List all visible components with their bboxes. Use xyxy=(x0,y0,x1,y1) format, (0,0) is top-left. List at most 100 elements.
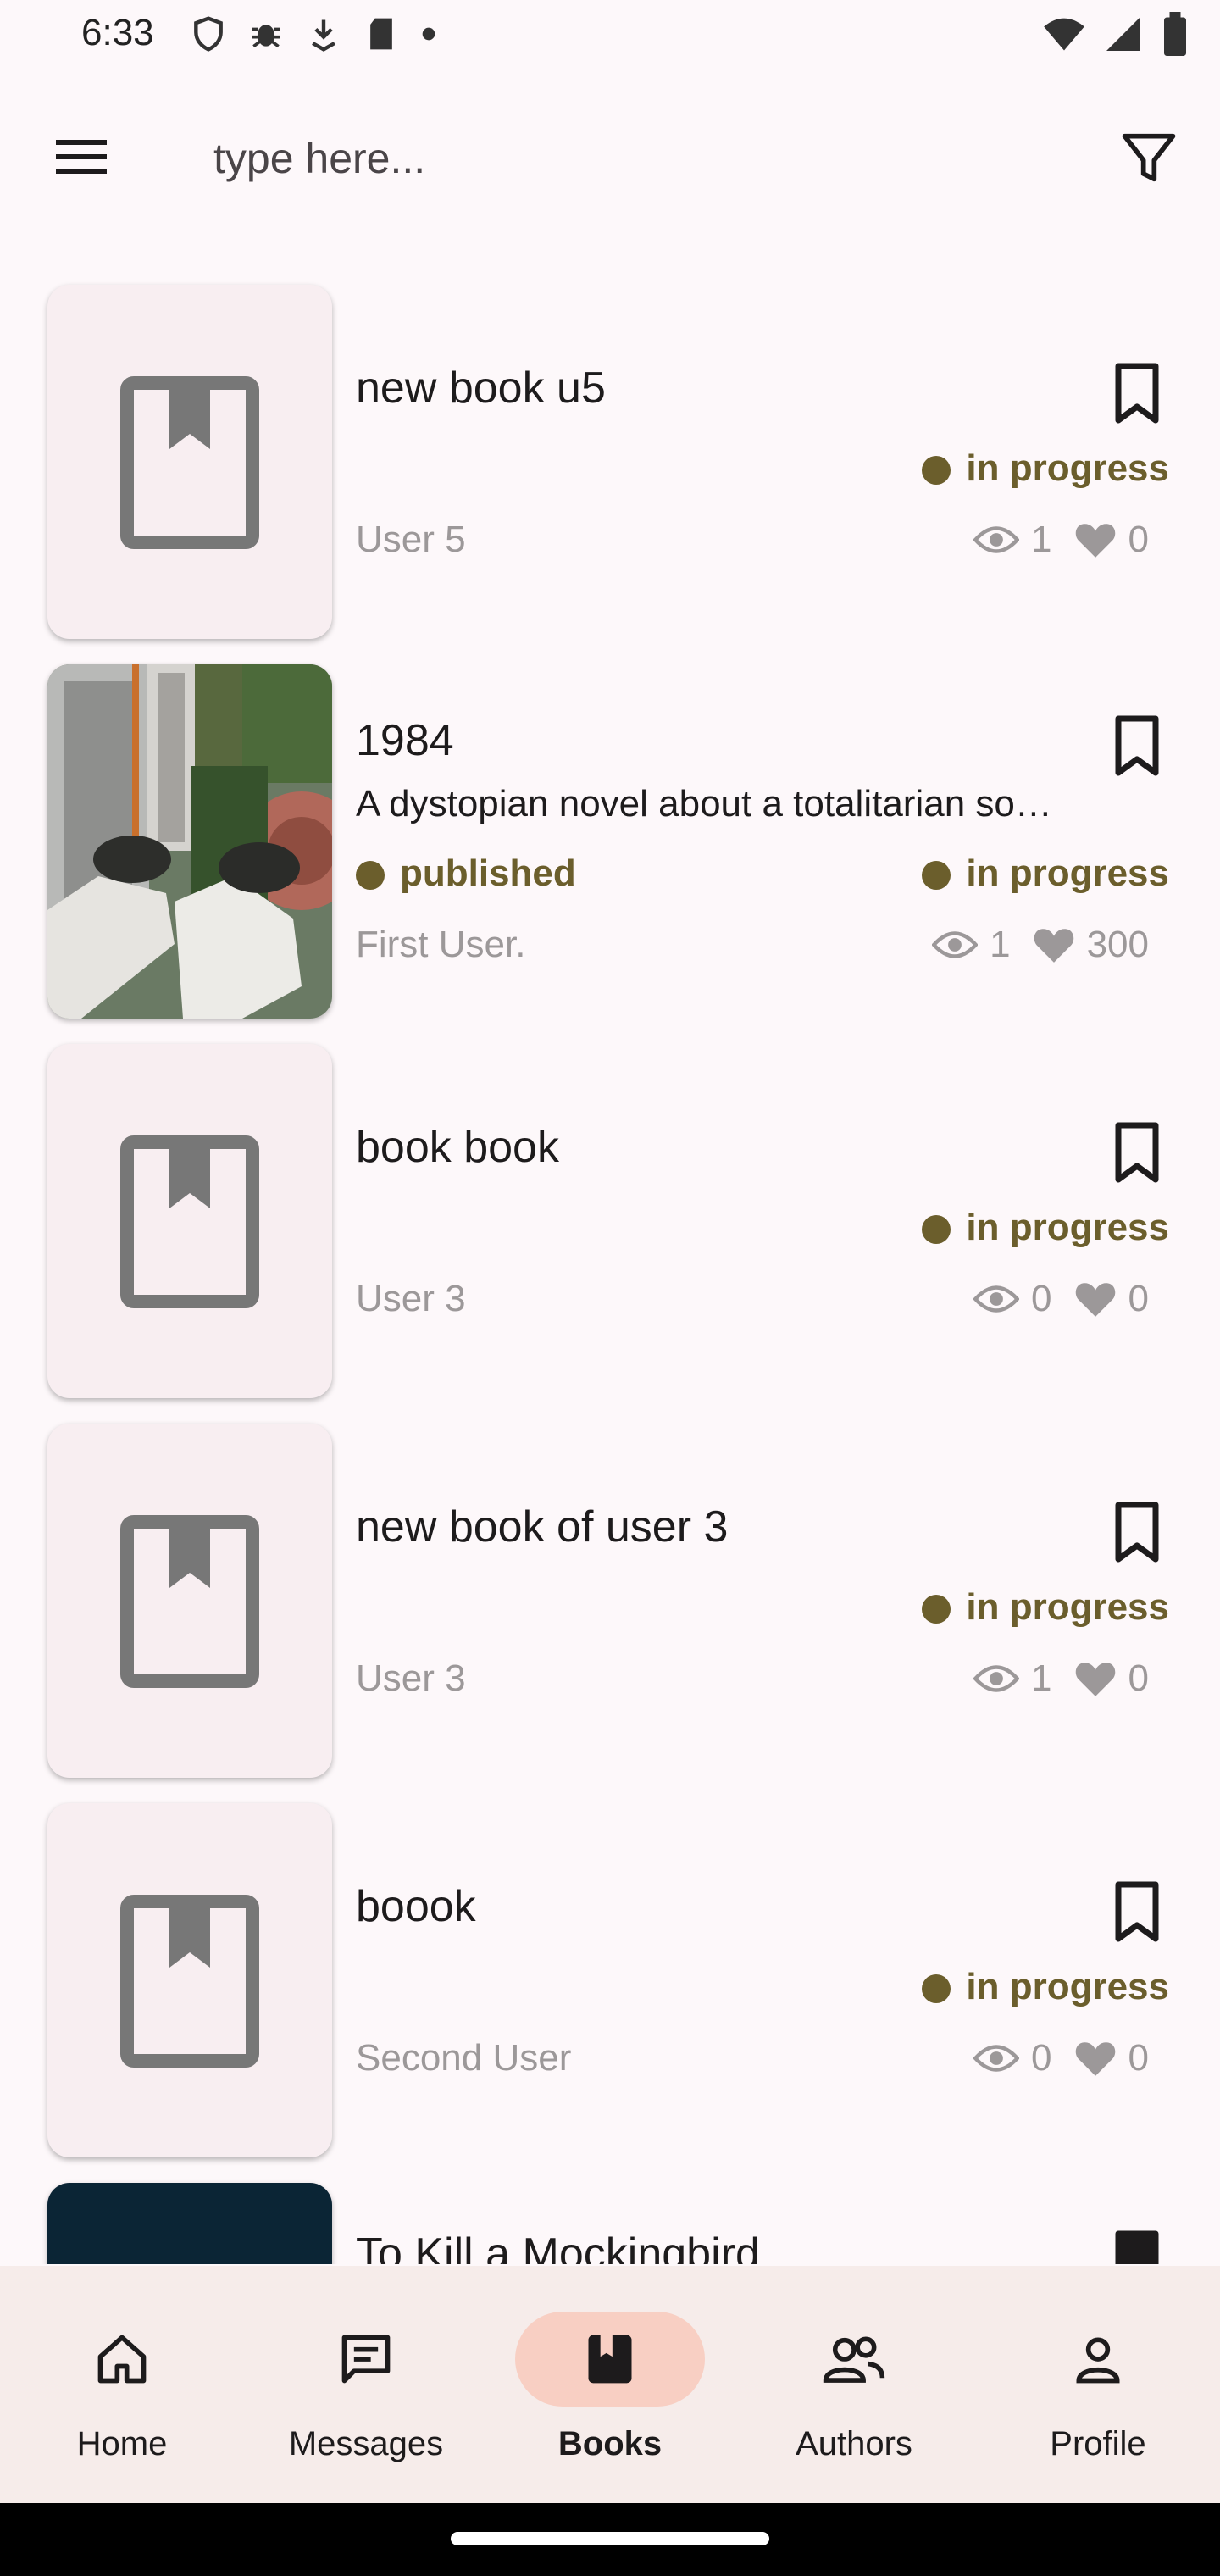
status-badge: in progress xyxy=(922,852,1169,895)
status-label: in progress xyxy=(966,1966,1169,2007)
book-card[interactable]: To Kill a Mockingbird xyxy=(0,2183,1220,2264)
book-stats: 1 0 xyxy=(973,1657,1149,1700)
book-cover-photo xyxy=(47,664,332,1019)
published-label: published xyxy=(400,852,576,894)
nav-icon-container xyxy=(1003,2312,1193,2407)
book-card[interactable]: new book of user 3 in progress User 3 1 … xyxy=(0,1424,1220,1783)
book-card[interactable]: new book u5 in progress User 5 1 0 xyxy=(0,285,1220,644)
nav-books[interactable]: Books xyxy=(488,2266,732,2503)
eye-icon xyxy=(973,526,1020,553)
nav-label: Profile xyxy=(1050,2425,1146,2462)
book-cover[interactable] xyxy=(47,1044,332,1398)
bookmark-icon xyxy=(1115,1881,1159,1942)
bookmark-button[interactable] xyxy=(1110,1879,1164,1944)
book-author: User 3 xyxy=(356,1657,466,1699)
filter-icon xyxy=(1122,133,1176,182)
views-count: 1 xyxy=(1031,1657,1052,1699)
nav-label: Messages xyxy=(288,2425,444,2462)
nav-icon-container xyxy=(27,2312,217,2407)
book-card[interactable]: book book in progress User 3 0 0 xyxy=(0,1044,1220,1403)
views-count: 0 xyxy=(1031,2037,1052,2079)
bug-icon xyxy=(252,25,280,48)
dot-icon xyxy=(422,27,435,41)
book-stats: 0 0 xyxy=(973,1278,1149,1320)
messages-icon xyxy=(341,2334,391,2384)
bookmark-icon xyxy=(1115,715,1159,776)
status-badge: in progress xyxy=(922,1966,1169,2008)
book-cover[interactable] xyxy=(47,1803,332,2157)
eye-icon xyxy=(973,1665,1020,1692)
signal-icon xyxy=(1106,17,1140,51)
bookmark-button[interactable] xyxy=(1110,1500,1164,1564)
nav-label: Books xyxy=(557,2425,663,2462)
likes-count: 0 xyxy=(1128,1278,1149,1319)
person-icon xyxy=(1076,2337,1120,2384)
book-card[interactable]: boook in progress Second User 0 0 xyxy=(0,1803,1220,2162)
book-placeholder-icon xyxy=(120,376,259,549)
book-cover-image xyxy=(47,2183,332,2264)
bookmark-button[interactable] xyxy=(1110,1120,1164,1185)
book-placeholder-icon xyxy=(120,1895,259,2068)
status-badge: in progress xyxy=(922,1586,1169,1629)
book-cover[interactable] xyxy=(47,2183,332,2264)
nav-profile[interactable]: Profile xyxy=(976,2266,1220,2503)
likes-count: 300 xyxy=(1086,924,1149,965)
home-gesture-handle[interactable] xyxy=(451,2532,769,2545)
book-cover[interactable] xyxy=(47,1424,332,1778)
book-title: 1984 xyxy=(356,716,454,765)
bookmark-button[interactable] xyxy=(1110,713,1164,778)
book-stats: 0 0 xyxy=(973,2037,1149,2079)
nav-home[interactable]: Home xyxy=(0,2266,244,2503)
book-title: book book xyxy=(356,1123,559,1172)
views-count: 1 xyxy=(1031,519,1052,560)
published-badge: published xyxy=(356,852,576,895)
book-author: User 5 xyxy=(356,519,466,560)
heart-icon xyxy=(1075,2042,1115,2076)
book-cover[interactable] xyxy=(47,664,332,1019)
status-dot-icon xyxy=(922,1595,951,1624)
book-title: boook xyxy=(356,1882,476,1931)
book-placeholder-icon xyxy=(120,1135,259,1308)
system-navigation-bar xyxy=(0,2503,1220,2576)
book-author: First User. xyxy=(356,924,526,965)
status-dot-icon xyxy=(922,861,951,891)
wifi-icon xyxy=(1044,18,1084,51)
nav-authors[interactable]: Authors xyxy=(732,2266,976,2503)
status-dot-icon xyxy=(356,861,385,891)
views-count: 1 xyxy=(990,924,1011,965)
nav-icon-container xyxy=(271,2312,461,2407)
nav-label: Home xyxy=(76,2425,168,2462)
bookmark-button[interactable] xyxy=(1110,2229,1164,2264)
home-icon xyxy=(97,2334,147,2384)
book-list[interactable]: new book u5 in progress User 5 1 0 1984 … xyxy=(0,281,1220,2264)
book-placeholder-icon xyxy=(120,1515,259,1688)
eye-icon xyxy=(973,1285,1020,1313)
hamburger-menu-icon xyxy=(56,140,107,174)
status-label: in progress xyxy=(966,852,1169,894)
bookmark-button[interactable] xyxy=(1110,361,1164,425)
heart-icon xyxy=(1075,524,1115,558)
book-stats: 1 300 xyxy=(932,924,1149,966)
book-title: new book of user 3 xyxy=(356,1502,729,1552)
sd-card-icon xyxy=(370,18,392,50)
menu-button[interactable] xyxy=(47,127,115,186)
book-title: new book u5 xyxy=(356,364,606,413)
status-badge: in progress xyxy=(922,1207,1169,1249)
people-icon xyxy=(823,2336,885,2383)
heart-icon xyxy=(1034,929,1073,963)
book-author: User 3 xyxy=(356,1278,466,1319)
notification-icons xyxy=(190,15,437,53)
eye-icon xyxy=(973,2045,1020,2072)
filter-button[interactable] xyxy=(1117,125,1181,190)
search-bar xyxy=(0,93,1220,220)
heart-icon xyxy=(1075,1663,1115,1696)
nav-messages[interactable]: Messages xyxy=(244,2266,488,2503)
book-cover[interactable] xyxy=(47,285,332,639)
search-input[interactable] xyxy=(212,124,1062,193)
status-label: in progress xyxy=(966,1586,1169,1628)
book-card[interactable]: 1984 A dystopian novel about a totalitar… xyxy=(0,664,1220,1024)
status-dot-icon xyxy=(922,456,951,486)
heart-icon xyxy=(1075,1283,1115,1317)
download-icon xyxy=(312,19,336,52)
bookmark-filled-icon xyxy=(1115,2230,1159,2264)
